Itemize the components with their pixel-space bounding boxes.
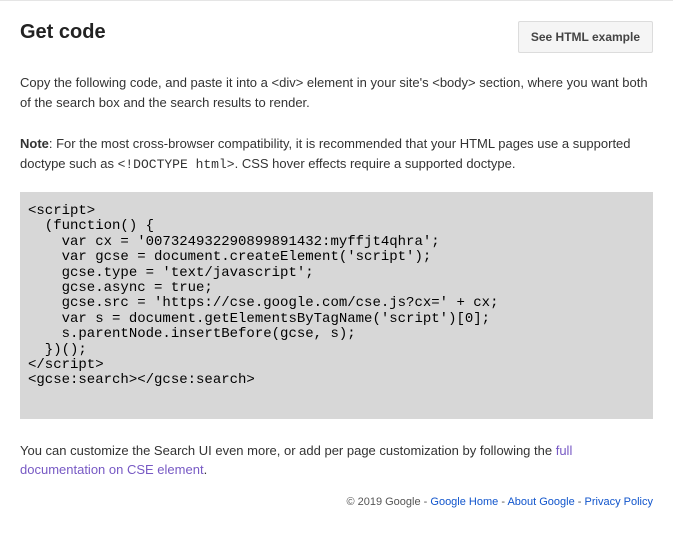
note-text: Note: For the most cross-browser compati… <box>20 134 653 174</box>
see-html-example-button[interactable]: See HTML example <box>518 21 653 53</box>
customize-after: . <box>204 462 208 477</box>
google-home-link[interactable]: Google Home <box>430 496 498 508</box>
about-google-link[interactable]: About Google <box>507 496 574 508</box>
footer: © 2019 Google - Google Home - About Goog… <box>20 490 653 508</box>
instruction-text: Copy the following code, and paste it in… <box>20 73 653 112</box>
customize-text: You can customize the Search UI even mor… <box>20 441 653 480</box>
copyright-text: © 2019 Google <box>346 496 423 508</box>
get-code-panel: Get code See HTML example Copy the follo… <box>0 0 673 518</box>
header-row: Get code See HTML example <box>20 21 653 53</box>
note-label: Note <box>20 136 49 151</box>
separator: - <box>578 496 585 508</box>
privacy-policy-link[interactable]: Privacy Policy <box>585 496 653 508</box>
customize-before: You can customize the Search UI even mor… <box>20 443 556 458</box>
page-title: Get code <box>20 21 106 44</box>
note-code: <!DOCTYPE html> <box>118 157 235 172</box>
note-after: . CSS hover effects require a supported … <box>235 156 516 171</box>
code-block[interactable]: <script> (function() { var cx = '0073249… <box>20 192 653 419</box>
